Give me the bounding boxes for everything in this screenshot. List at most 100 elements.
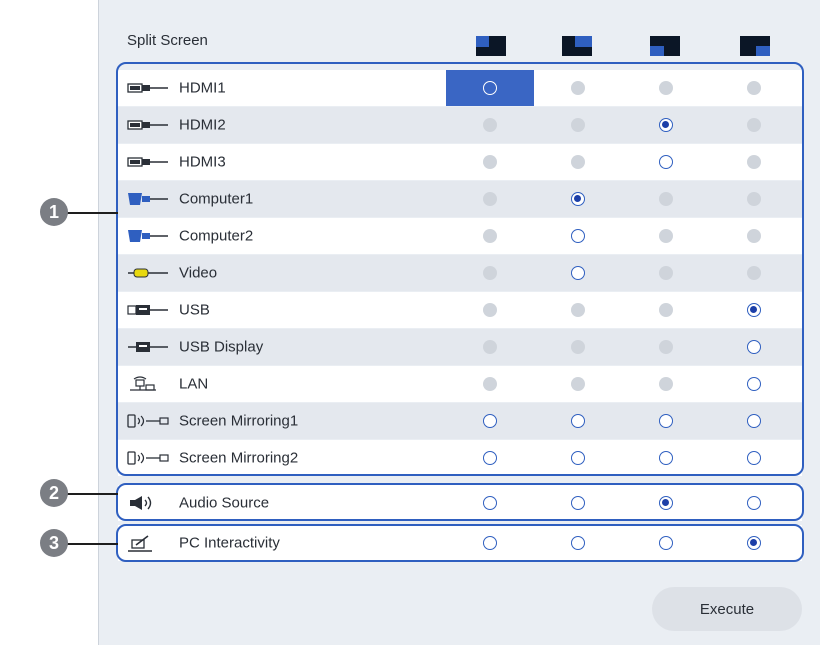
source-usb-radio-4[interactable] — [747, 303, 761, 317]
pc-interactivity-cell-2[interactable] — [534, 525, 622, 561]
usb-plug-icon — [126, 301, 170, 319]
pc-interactivity-radio-3[interactable] — [659, 536, 673, 550]
audio-source-cell-3[interactable] — [622, 485, 710, 521]
source-computer1-radio-4 — [747, 192, 761, 206]
source-computer1-row: Computer1 — [118, 181, 802, 217]
source-usb-display-radio-4[interactable] — [747, 340, 761, 354]
source-computer1-label: Computer1 — [179, 190, 254, 208]
audio-source-row: Audio Source — [118, 485, 802, 521]
source-hdmi2-cell-1 — [446, 107, 534, 143]
pc-interactivity-radio-4[interactable] — [747, 536, 761, 550]
hdmi-plug-icon — [126, 116, 170, 134]
callout-3: 3 — [40, 529, 68, 557]
pc-interactivity-radio-2[interactable] — [571, 536, 585, 550]
source-screen-mirroring1-cell-1[interactable] — [446, 403, 534, 439]
source-hdmi2-cell-4 — [710, 107, 798, 143]
screen-mirroring-icon — [126, 412, 170, 430]
source-hdmi3-radio-3[interactable] — [659, 155, 673, 169]
source-hdmi2-label: HDMI2 — [179, 116, 226, 134]
pc-interactivity-radio-1[interactable] — [483, 536, 497, 550]
source-computer1-cell-2[interactable] — [534, 181, 622, 217]
source-lan-radio-2 — [571, 377, 585, 391]
audio-source-cell-4[interactable] — [710, 485, 798, 521]
source-computer1-radio-2[interactable] — [571, 192, 585, 206]
source-hdmi2-radio-3[interactable] — [659, 118, 673, 132]
source-computer2-row: Computer2 — [118, 218, 802, 254]
source-screen-mirroring2-radio-3[interactable] — [659, 451, 673, 465]
source-video-radio-1 — [483, 266, 497, 280]
source-video-radio-3 — [659, 266, 673, 280]
source-video-radio-2[interactable] — [571, 266, 585, 280]
source-hdmi2-cell-2 — [534, 107, 622, 143]
source-usb-radio-3 — [659, 303, 673, 317]
source-usb-cell-3 — [622, 292, 710, 328]
pc-interactivity-row: PC Interactivity — [118, 525, 802, 561]
source-screen-mirroring2-radio-4[interactable] — [747, 451, 761, 465]
audio-source-cell-2[interactable] — [534, 485, 622, 521]
source-hdmi3-radio-2 — [571, 155, 585, 169]
source-hdmi1-radio-4 — [747, 81, 761, 95]
audio-source-cell-1[interactable] — [446, 485, 534, 521]
source-usb-radio-2 — [571, 303, 585, 317]
source-hdmi1-row: HDMI1 — [118, 70, 802, 106]
source-computer2-radio-2[interactable] — [571, 229, 585, 243]
source-usb-display-cell-2 — [534, 329, 622, 365]
pen-icon — [126, 534, 170, 552]
layout-right-icon — [650, 36, 680, 56]
source-computer1-radio-3 — [659, 192, 673, 206]
pc-interactivity-cell-3[interactable] — [622, 525, 710, 561]
audio-source-radio-3[interactable] — [659, 496, 673, 510]
vga-plug-icon — [126, 190, 170, 208]
pc-interactivity-cell-4[interactable] — [710, 525, 798, 561]
source-hdmi3-radio-4 — [747, 155, 761, 169]
source-usb-display-radio-1 — [483, 340, 497, 354]
source-computer1-radio-1 — [483, 192, 497, 206]
source-screen-mirroring2-label: Screen Mirroring2 — [179, 449, 299, 467]
source-screen-mirroring2-cell-3[interactable] — [622, 440, 710, 476]
source-hdmi2-cell-3[interactable] — [622, 107, 710, 143]
source-video-row: Video — [118, 255, 802, 291]
source-screen-mirroring1-cell-3[interactable] — [622, 403, 710, 439]
source-lan-cell-4[interactable] — [710, 366, 798, 402]
source-computer2-radio-4 — [747, 229, 761, 243]
source-video-cell-2[interactable] — [534, 255, 622, 291]
rca-plug-icon — [126, 264, 170, 282]
layout-left-icon — [562, 36, 592, 56]
source-hdmi1-radio-3 — [659, 81, 673, 95]
audio-source-radio-4[interactable] — [747, 496, 761, 510]
source-screen-mirroring1-radio-4[interactable] — [747, 414, 761, 428]
source-lan-radio-4[interactable] — [747, 377, 761, 391]
execute-button[interactable]: Execute — [652, 587, 802, 631]
source-usb-cell-2 — [534, 292, 622, 328]
source-hdmi3-cell-4 — [710, 144, 798, 180]
source-hdmi1-cell-3 — [622, 70, 710, 106]
source-usb-display-cell-4[interactable] — [710, 329, 798, 365]
audio-source-radio-1[interactable] — [483, 496, 497, 510]
source-screen-mirroring2-radio-2[interactable] — [571, 451, 585, 465]
audio-source-radio-2[interactable] — [571, 496, 585, 510]
source-screen-mirroring1-radio-3[interactable] — [659, 414, 673, 428]
source-screen-mirroring2-cell-1[interactable] — [446, 440, 534, 476]
source-hdmi1-radio-1[interactable] — [483, 81, 497, 95]
page-title: Split Screen — [127, 32, 208, 49]
source-screen-mirroring1-radio-1[interactable] — [483, 414, 497, 428]
source-screen-mirroring1-radio-2[interactable] — [571, 414, 585, 428]
source-screen-mirroring2-cell-2[interactable] — [534, 440, 622, 476]
source-computer2-label: Computer2 — [179, 227, 254, 245]
source-screen-mirroring1-cell-2[interactable] — [534, 403, 622, 439]
source-hdmi3-cell-3[interactable] — [622, 144, 710, 180]
source-computer1-cell-1 — [446, 181, 534, 217]
source-screen-mirroring1-row: Screen Mirroring1 — [118, 403, 802, 439]
source-screen-mirroring2-cell-4[interactable] — [710, 440, 798, 476]
source-computer2-cell-2[interactable] — [534, 218, 622, 254]
pc-interactivity-label: PC Interactivity — [179, 534, 280, 552]
source-hdmi1-cell-1[interactable] — [446, 70, 534, 106]
audio-source-label: Audio Source — [179, 494, 270, 512]
source-usb-cell-4[interactable] — [710, 292, 798, 328]
pc-interactivity-cell-1[interactable] — [446, 525, 534, 561]
source-screen-mirroring1-cell-4[interactable] — [710, 403, 798, 439]
source-usb-display-cell-3 — [622, 329, 710, 365]
source-lan-cell-2 — [534, 366, 622, 402]
source-usb-display-cell-1 — [446, 329, 534, 365]
source-screen-mirroring2-radio-1[interactable] — [483, 451, 497, 465]
